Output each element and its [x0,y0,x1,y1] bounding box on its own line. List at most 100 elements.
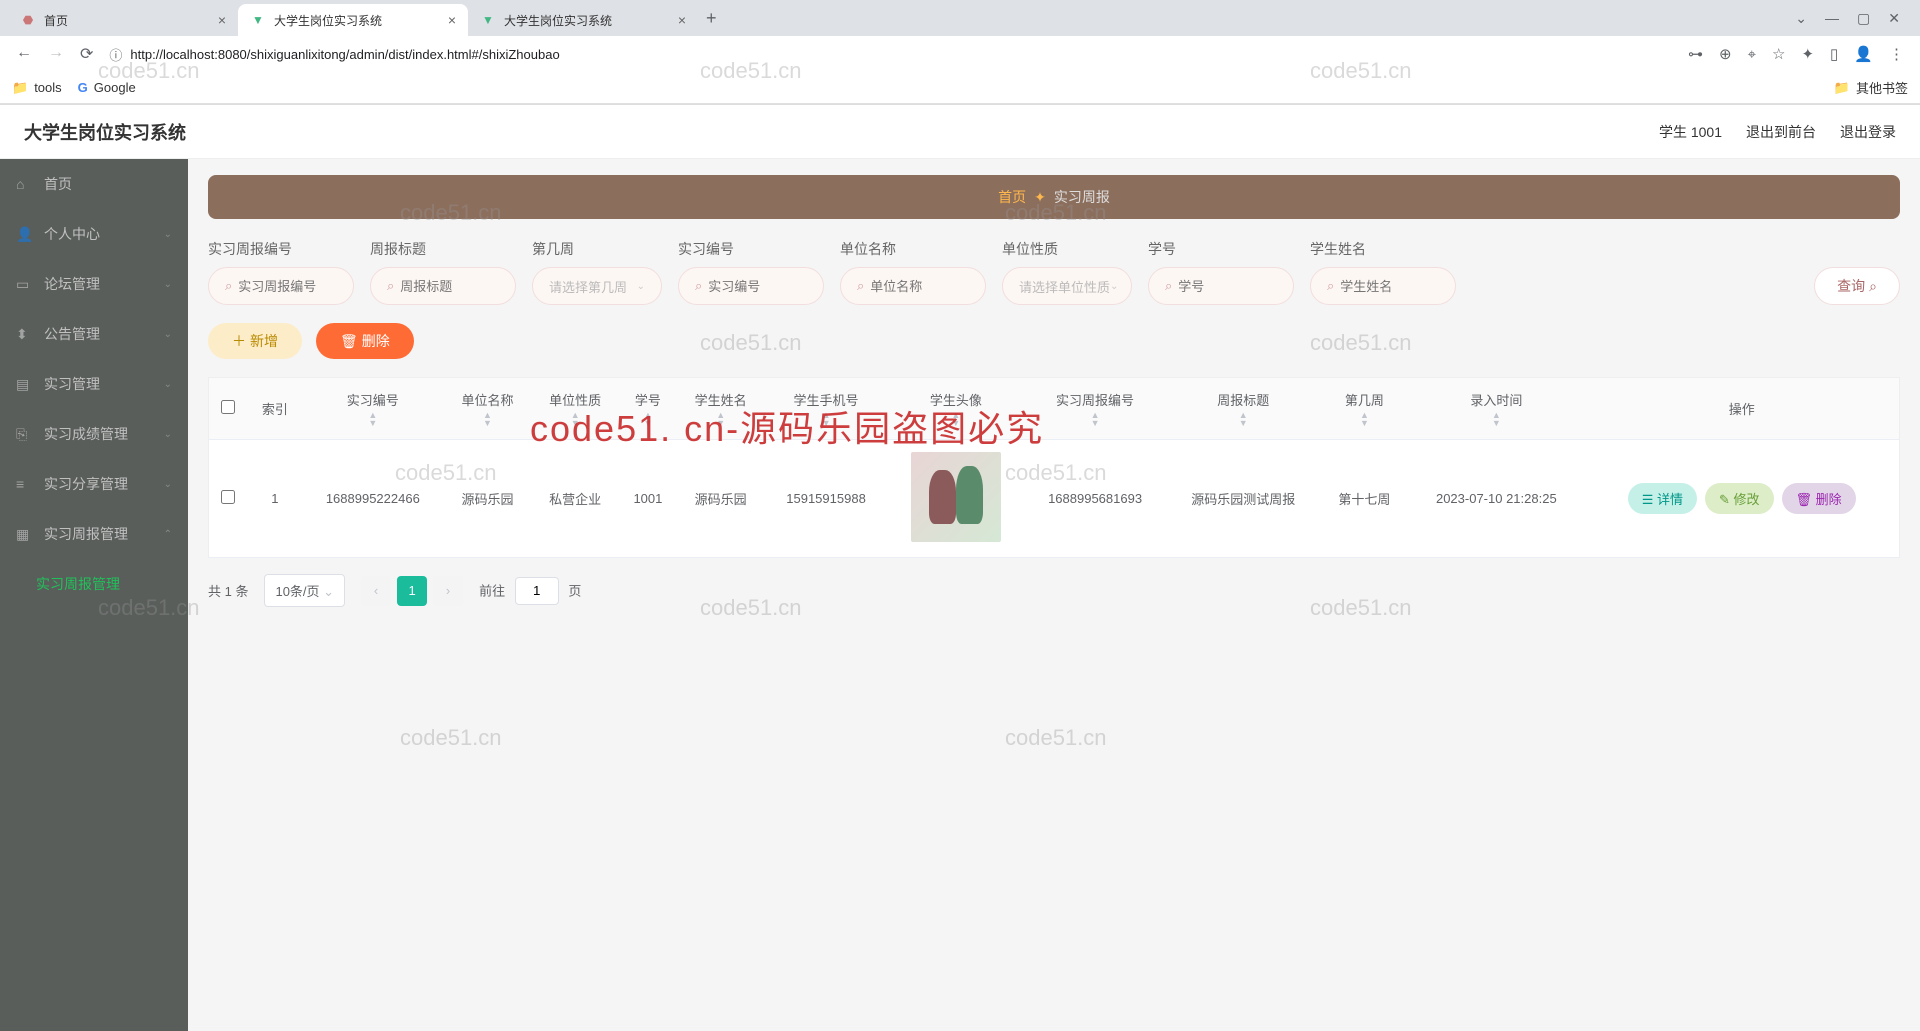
close-icon[interactable]: × [678,12,686,28]
minimize-icon[interactable]: — [1825,10,1839,27]
text-input[interactable]: ⌕ [1148,267,1294,305]
user-label[interactable]: 学生 1001 [1659,122,1722,142]
search-field: 学号⌕ [1148,239,1294,305]
table-header-cell[interactable]: 单位名称▲▼ [444,378,532,440]
table-header-cell: 操作 [1584,378,1899,440]
extensions-icon[interactable]: ✦ [1801,45,1814,63]
search-input[interactable] [1340,279,1439,294]
bookmark-google[interactable]: G Google [78,80,136,95]
sidebar-item-grade[interactable]: ⎘实习成绩管理⌄ [0,409,188,459]
bookmark-other[interactable]: 📁 其他书签 [1834,78,1908,97]
detail-button[interactable]: ☰ 详情 [1628,483,1697,514]
page-number[interactable]: 1 [397,576,427,606]
chevron-down-icon: ⌄ [323,584,334,599]
back-icon[interactable]: ← [16,44,32,64]
close-icon[interactable]: × [218,12,226,28]
page-size-select[interactable]: 10条/页 ⌄ [264,574,345,607]
maximize-icon[interactable]: ▢ [1857,10,1870,27]
query-button[interactable]: 查询 ⌕ [1814,267,1900,305]
table-header-row: 索引实习编号▲▼单位名称▲▼单位性质▲▼学号▲▼学生姓名▲▼学生手机号▲▼学生头… [209,378,1900,440]
sort-icon: ▲▼ [951,411,960,427]
search-input[interactable] [870,279,969,294]
edit-button[interactable]: ✎ 修改 [1705,483,1774,514]
search-input[interactable] [708,279,807,294]
text-input[interactable]: ⌕ [840,267,986,305]
logout-button[interactable]: 退出登录 [1840,122,1896,142]
search-field: 周报标题⌕ [370,239,516,305]
exit-front-button[interactable]: 退出到前台 [1746,122,1816,142]
text-input[interactable]: ⌕ [208,267,354,305]
table-header-cell[interactable]: 学生姓名▲▼ [677,378,765,440]
reload-icon[interactable]: ⟳ [80,44,93,64]
bookmark-tools[interactable]: 📁 tools [12,80,62,96]
table-cell: 1 [248,440,302,558]
password-icon[interactable]: ⊶ [1688,45,1703,63]
sidebar-sub-weekly[interactable]: 实习周报管理 [0,559,188,609]
close-window-icon[interactable]: ✕ [1888,10,1900,27]
sort-icon: ▲▼ [1091,411,1100,427]
main-content: 首页 ✦ 实习周报 实习周报编号⌕周报标题⌕第几周请选择第几周⌄实习编号⌕单位名… [188,159,1920,1031]
text-input[interactable]: ⌕ [370,267,516,305]
menu-icon[interactable]: ⋮ [1889,45,1904,63]
browser-tab-1[interactable]: ▼ 大学生岗位实习系统 × [238,4,468,36]
row-delete-button[interactable]: 🗑 删除 [1782,483,1856,514]
url-input[interactable] [130,47,1672,62]
profile-icon[interactable]: 👤 [1854,45,1873,63]
browser-tab-2[interactable]: ▼ 大学生岗位实习系统 × [468,4,698,36]
sidebar-item-notice[interactable]: ⬍公告管理⌄ [0,309,188,359]
select-input[interactable]: 请选择第几周⌄ [532,267,662,305]
search-input[interactable] [400,279,499,294]
table-header-cell[interactable]: 录入时间▲▼ [1408,378,1584,440]
select-input[interactable]: 请选择单位性质⌄ [1002,267,1132,305]
add-button[interactable]: ＋新增 [208,323,302,359]
prev-page-button[interactable]: ‹ [361,576,391,606]
table-header-cell[interactable]: 学生手机号▲▼ [764,378,887,440]
dropdown-icon[interactable]: ⌄ [1795,10,1807,27]
search-input[interactable] [238,279,337,294]
sidebar-item-share[interactable]: ≡实习分享管理⌄ [0,459,188,509]
search-icon: ⌕ [695,278,702,294]
sidebar-item-weekly[interactable]: ▦实习周报管理⌃ [0,509,188,559]
sidebar-item-home[interactable]: ⌂首页 [0,159,188,209]
table-header-cell[interactable]: 单位性质▲▼ [531,378,619,440]
browser-tab-0[interactable]: ⬣ 首页 × [8,4,238,36]
info-icon[interactable]: ⓘ [109,45,122,64]
next-page-button[interactable]: › [433,576,463,606]
table-header-cell[interactable]: 实习周报编号▲▼ [1024,378,1166,440]
table-cell [888,440,1025,558]
text-input[interactable]: ⌕ [1310,267,1456,305]
sidebar-item-forum[interactable]: ▭论坛管理⌄ [0,259,188,309]
home-icon: ⌂ [16,176,34,192]
sidebar-item-intern[interactable]: ▤实习管理⌄ [0,359,188,409]
select-all-checkbox[interactable] [221,400,235,414]
table-header-cell[interactable]: 学号▲▼ [619,378,677,440]
row-checkbox[interactable] [221,490,235,504]
new-tab-button[interactable]: + [698,8,725,29]
translate-icon[interactable]: ⌖ [1748,46,1756,63]
share-icon: ≡ [16,476,34,492]
close-icon[interactable]: × [448,12,456,28]
table-header-cell[interactable]: 学生头像▲▼ [888,378,1025,440]
table-header-cell[interactable]: 第几周▲▼ [1321,378,1409,440]
table-header-cell[interactable]: 周报标题▲▼ [1166,378,1321,440]
search-icon: ⌕ [1327,278,1334,294]
search-field: 单位名称⌕ [840,239,986,305]
chevron-down-icon: ⌄ [164,379,172,390]
table-header-cell[interactable]: 实习编号▲▼ [302,378,444,440]
button-label: 删除 [362,331,390,351]
zoom-icon[interactable]: ⊕ [1719,45,1732,63]
favorite-icon[interactable]: ☆ [1772,45,1785,63]
sidebar-item-personal[interactable]: 👤个人中心⌄ [0,209,188,259]
avatar-image [911,452,1001,542]
goto-input[interactable] [515,577,559,605]
forward-icon[interactable]: → [48,44,64,64]
sidepanel-icon[interactable]: ▯ [1830,45,1838,63]
sort-icon: ▲▼ [716,411,725,427]
search-input[interactable] [1178,279,1277,294]
app-header: 大学生岗位实习系统 学生 1001 退出到前台 退出登录 [0,105,1920,159]
text-input[interactable]: ⌕ [678,267,824,305]
goto-prefix: 前往 [479,583,505,598]
delete-button[interactable]: 🗑删除 [316,323,414,359]
breadcrumb-home[interactable]: 首页 [998,187,1026,207]
sort-icon: ▲▼ [822,411,831,427]
